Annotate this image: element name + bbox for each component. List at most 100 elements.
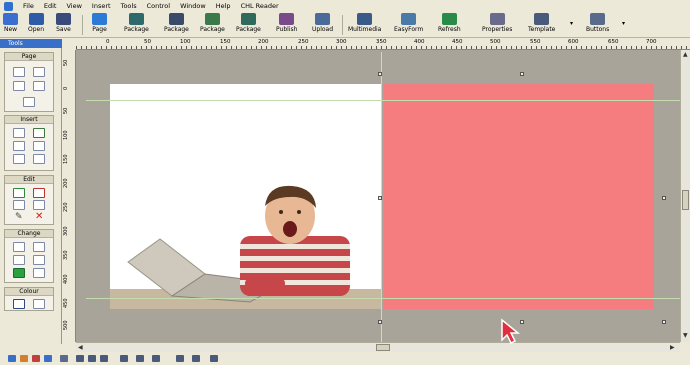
publish-button[interactable]: Publish	[276, 13, 297, 33]
package-button-1[interactable]: Package	[124, 13, 149, 33]
package-icon	[128, 13, 144, 25]
bottom-toolbar	[0, 352, 690, 365]
refresh-button[interactable]: Refresh	[438, 13, 461, 33]
bring-front-icon[interactable]	[13, 242, 25, 252]
horizontal-scrollbar[interactable]: ◀ ▶	[76, 342, 680, 352]
page-prev-icon[interactable]	[13, 81, 25, 91]
buttons-dropdown-icon[interactable]: ▾	[622, 20, 625, 27]
resize-handle[interactable]	[378, 196, 382, 200]
vertical-ruler: 50 0 50 100 150 200 250 300 350 400 450 …	[62, 50, 76, 342]
toolbar-separator	[82, 15, 83, 35]
delete-icon[interactable]: ✕	[35, 211, 43, 222]
rotate-icon[interactable]	[13, 255, 25, 265]
template-icon	[534, 13, 550, 25]
scroll-up-arrow-icon[interactable]: ▲	[683, 51, 688, 58]
resize-handle[interactable]	[378, 320, 382, 324]
align-right-icon[interactable]	[100, 355, 108, 362]
color-fill-icon[interactable]	[13, 268, 25, 278]
align-left-icon[interactable]	[76, 355, 84, 362]
scroll-down-arrow-icon[interactable]: ▼	[683, 332, 688, 339]
horizontal-guide-bottom[interactable]	[86, 298, 680, 299]
main-toolbar: New Open Save Page Package Package Packa…	[0, 12, 690, 38]
mouse-pointer-icon	[501, 318, 521, 344]
menu-help[interactable]: Help	[216, 2, 231, 10]
package-button-2[interactable]: Package	[164, 13, 189, 33]
menu-control[interactable]: Control	[147, 2, 171, 10]
insert-media-icon[interactable]	[33, 154, 45, 164]
menu-chl-reader[interactable]: CHL Reader	[241, 2, 279, 10]
scroll-left-arrow-icon[interactable]: ◀	[78, 344, 83, 351]
save-button[interactable]: Save	[56, 13, 71, 33]
size-icon[interactable]	[176, 355, 184, 362]
resize-handle[interactable]	[378, 72, 382, 76]
package-button-4[interactable]: Package	[236, 13, 261, 33]
menu-view[interactable]: View	[66, 2, 81, 10]
paste-icon[interactable]: ✎	[15, 212, 23, 222]
edit-tools-group: Edit ✎ ✕	[4, 175, 54, 225]
background-colour-icon[interactable]	[33, 299, 45, 309]
foreground-colour-icon[interactable]	[13, 299, 25, 309]
vertical-scrollbar[interactable]: ▲ ▼	[680, 50, 690, 342]
page-remove-icon[interactable]	[33, 67, 45, 77]
page-button[interactable]: Page	[92, 13, 107, 33]
new-icon	[3, 13, 18, 25]
resize-handle[interactable]	[520, 72, 524, 76]
package-button-3[interactable]: Package	[200, 13, 225, 33]
menu-insert[interactable]: Insert	[92, 2, 111, 10]
grid-icon[interactable]	[210, 355, 218, 362]
buttons-button[interactable]: Buttons	[586, 13, 609, 33]
menu-tools[interactable]: Tools	[121, 2, 137, 10]
bottom-tool-icon[interactable]	[32, 355, 40, 362]
properties-button[interactable]: Properties	[482, 13, 512, 33]
page-settings-icon[interactable]	[23, 97, 35, 107]
move-icon[interactable]	[33, 268, 45, 278]
vertical-scroll-thumb[interactable]	[682, 190, 689, 210]
distribute-icon[interactable]	[152, 355, 160, 362]
bottom-tool-icon[interactable]	[60, 355, 68, 362]
insert-image-icon[interactable]	[33, 128, 45, 138]
horizontal-guide-top[interactable]	[86, 100, 680, 101]
bottom-tool-icon[interactable]	[8, 355, 16, 362]
size-icon[interactable]	[192, 355, 200, 362]
new-button[interactable]: New	[3, 13, 18, 33]
page-add-icon[interactable]	[13, 67, 25, 77]
menu-file[interactable]: File	[23, 2, 34, 10]
bottom-tool-icon[interactable]	[44, 355, 52, 362]
easyform-icon	[401, 13, 417, 25]
child-with-laptop-image[interactable]	[110, 84, 382, 309]
insert-textbox-icon[interactable]	[13, 141, 25, 151]
send-back-icon[interactable]	[33, 242, 45, 252]
page-next-icon[interactable]	[33, 81, 45, 91]
template-button[interactable]: Template	[528, 13, 555, 33]
menu-window[interactable]: Window	[180, 2, 206, 10]
left-page[interactable]	[110, 84, 382, 309]
redo-icon[interactable]	[33, 188, 45, 198]
align-center-icon[interactable]	[88, 355, 96, 362]
insert-shape-icon[interactable]	[13, 154, 25, 164]
insert-vertical-text-icon[interactable]	[33, 141, 45, 151]
distribute-icon[interactable]	[120, 355, 128, 362]
open-icon	[28, 13, 44, 25]
upload-button[interactable]: Upload	[312, 13, 333, 33]
resize-handle[interactable]	[662, 196, 666, 200]
cut-icon[interactable]	[13, 200, 25, 210]
undo-icon[interactable]	[13, 188, 25, 198]
distribute-icon[interactable]	[136, 355, 144, 362]
flip-icon[interactable]	[33, 255, 45, 265]
multimedia-button[interactable]: Multimedia	[348, 13, 381, 33]
easyform-button[interactable]: EasyForm	[394, 13, 423, 33]
scroll-right-arrow-icon[interactable]: ▶	[670, 344, 675, 351]
refresh-icon	[441, 13, 457, 25]
resize-handle[interactable]	[662, 320, 666, 324]
save-icon	[56, 13, 71, 25]
tools-panel-header[interactable]: Tools	[0, 39, 62, 48]
template-dropdown-icon[interactable]: ▾	[570, 20, 573, 27]
right-page[interactable]	[384, 84, 654, 309]
open-button[interactable]: Open	[28, 13, 44, 33]
insert-text-icon[interactable]	[13, 128, 25, 138]
menu-edit[interactable]: Edit	[44, 2, 57, 10]
copy-icon[interactable]	[33, 200, 45, 210]
horizontal-scroll-thumb[interactable]	[376, 344, 390, 351]
page-tools-group: Page	[4, 52, 54, 112]
bottom-tool-icon[interactable]	[20, 355, 28, 362]
